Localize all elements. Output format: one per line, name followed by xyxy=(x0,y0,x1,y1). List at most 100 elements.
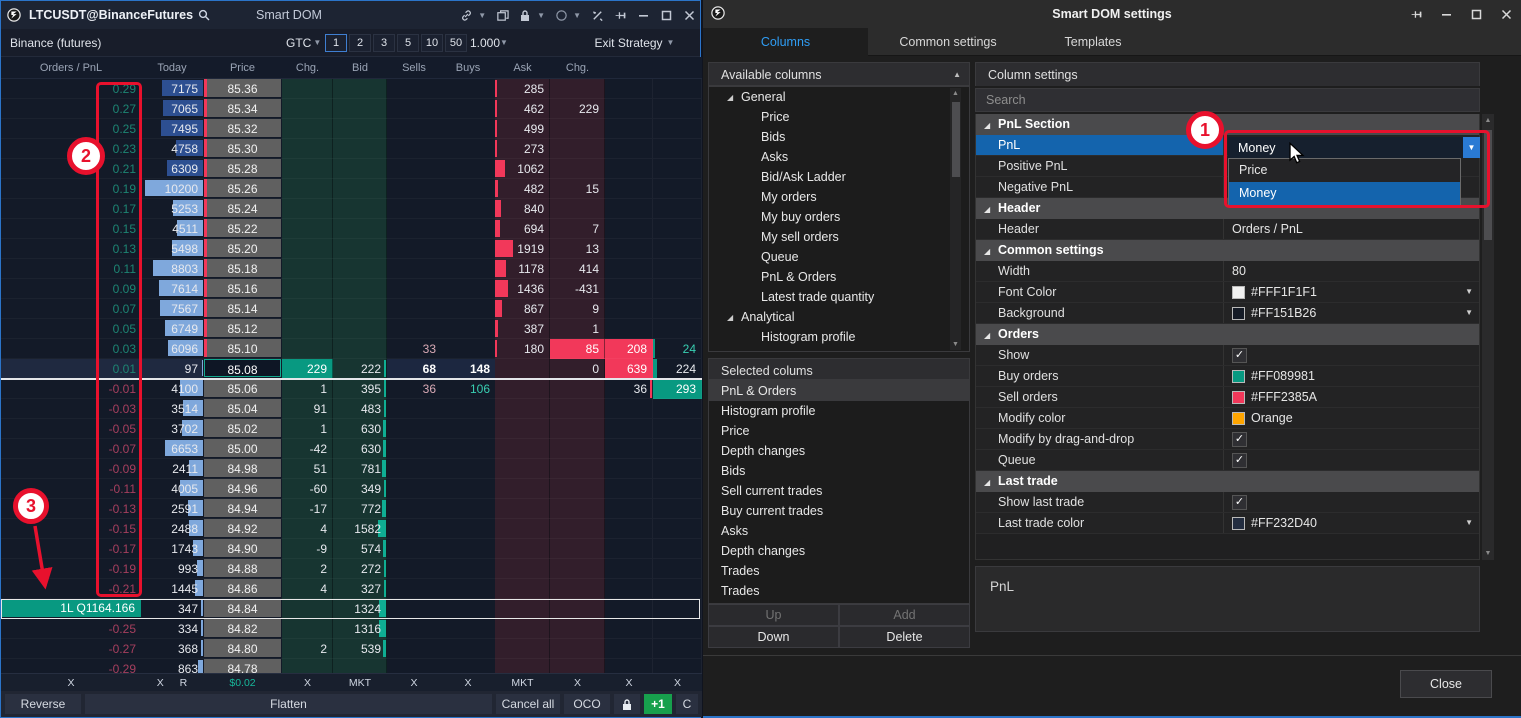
ladder-cell-buys[interactable] xyxy=(441,659,495,673)
working-order-label[interactable]: 1L Q1164.166 xyxy=(1,599,141,617)
ladder-cell-orders-pnl[interactable]: 0.05 xyxy=(1,319,141,339)
ladder-cell-bid[interactable]: 772 xyxy=(333,499,387,519)
close-icon[interactable] xyxy=(682,8,696,22)
ladder-cell-buys[interactable] xyxy=(441,419,495,439)
available-tree-scrollbar[interactable]: ▲ ▼ xyxy=(950,88,961,350)
ladder-cell-buys[interactable] xyxy=(441,119,495,139)
ladder-cell-buys[interactable] xyxy=(441,539,495,559)
ladder-footer-cell[interactable]: X xyxy=(550,674,605,692)
ladder-cell-sells[interactable] xyxy=(387,659,441,673)
lock-caret-icon[interactable]: ▼ xyxy=(537,11,545,20)
qty-preset-button[interactable]: 1 xyxy=(325,34,347,52)
ladder-cell-buys[interactable] xyxy=(441,639,495,659)
ladder-cell-bid[interactable]: 483 xyxy=(333,399,387,419)
tree-group-analytical[interactable]: ◢Analytical xyxy=(709,307,969,327)
ladder-cell-sells[interactable] xyxy=(387,479,441,499)
settings-tools-icon[interactable] xyxy=(590,8,604,22)
ladder-cell-sells[interactable] xyxy=(387,239,441,259)
selected-column-item[interactable]: Bids xyxy=(709,461,969,481)
ladder-cell-price[interactable]: 85.20 xyxy=(203,239,282,259)
ladder-cell-orders-pnl[interactable]: -0.01 xyxy=(1,379,141,399)
settings-row-header[interactable]: HeaderOrders / PnL xyxy=(976,219,1479,240)
setting-value[interactable]: #FFF2385A xyxy=(1224,387,1479,407)
ladder-cell-buys[interactable] xyxy=(441,99,495,119)
ladder-footer-cell[interactable]: MKT xyxy=(495,674,550,692)
ladder-cell-ask[interactable] xyxy=(495,559,550,579)
duplicate-panel-icon[interactable] xyxy=(495,8,509,22)
ladder-cell-price[interactable]: 85.12 xyxy=(203,319,282,339)
ladder-cell-ask[interactable] xyxy=(495,579,550,599)
ladder-cell-buys[interactable] xyxy=(441,579,495,599)
ladder-cell-sells[interactable] xyxy=(387,139,441,159)
settings-minimize-icon[interactable] xyxy=(1439,7,1453,21)
ladder-cell-sells[interactable] xyxy=(387,439,441,459)
ladder-cell-price[interactable]: 85.30 xyxy=(203,139,282,159)
ladder-cell-orders-pnl[interactable]: 0.03 xyxy=(1,339,141,359)
ladder-cell-bid[interactable]: 1582 xyxy=(333,519,387,539)
ladder-cell-ask[interactable]: 867 xyxy=(495,299,550,319)
add-column-button[interactable]: Add xyxy=(839,604,970,626)
ladder-cell-orders-pnl[interactable]: 0.25 xyxy=(1,119,141,139)
ladder-cell-price[interactable]: 85.36 xyxy=(203,79,282,99)
oco-button[interactable]: OCO xyxy=(564,694,610,714)
ladder-cell-bid[interactable] xyxy=(333,159,387,179)
trading-lock-button[interactable] xyxy=(614,694,640,714)
tree-expander-icon[interactable]: ◢ xyxy=(727,88,741,108)
ladder-cell-ask[interactable] xyxy=(495,359,550,379)
link-group-caret-icon[interactable]: ▼ xyxy=(478,11,486,20)
setting-value[interactable]: ✓ xyxy=(1224,429,1479,449)
tif-selector[interactable]: GTC▼ xyxy=(286,36,321,50)
ladder-cell-bid[interactable]: 1324 xyxy=(333,599,387,619)
color-group-icon[interactable] xyxy=(554,8,568,22)
ladder-cell-sells[interactable] xyxy=(387,539,441,559)
ladder-cell-ask[interactable] xyxy=(495,479,550,499)
settings-row-buy-orders[interactable]: Buy orders#FF089981 xyxy=(976,366,1479,387)
ladder-cell-ask[interactable] xyxy=(495,639,550,659)
ladder-cell-bid[interactable]: 272 xyxy=(333,559,387,579)
ladder-cell-bid[interactable]: 1316 xyxy=(333,619,387,639)
move-up-button[interactable]: Up xyxy=(708,604,839,626)
settings-group-header[interactable]: ◢Common settings xyxy=(976,240,1479,261)
selected-column-item[interactable]: Histogram profile xyxy=(709,401,969,421)
ladder-cell-ask[interactable]: 273 xyxy=(495,139,550,159)
ladder-cell-bid[interactable] xyxy=(333,299,387,319)
qty-preset-button[interactable]: 50 xyxy=(445,34,467,52)
ladder-footer-cell[interactable]: X xyxy=(1,674,141,692)
ladder-cell-bid[interactable]: 327 xyxy=(333,579,387,599)
ladder-footer-cell[interactable]: $0.02 xyxy=(203,674,282,692)
checkbox-checked[interactable]: ✓ xyxy=(1232,453,1247,468)
ladder-cell-orders-pnl[interactable]: 0.09 xyxy=(1,279,141,299)
settings-row-modify-color[interactable]: Modify colorOrange xyxy=(976,408,1479,429)
ladder-cell-bid[interactable]: 222 xyxy=(333,359,387,379)
tree-item-asks[interactable]: Asks xyxy=(709,147,969,167)
ladder-cell-sells[interactable] xyxy=(387,519,441,539)
ladder-cell-price[interactable]: 84.92 xyxy=(203,519,282,539)
ladder-cell-ask[interactable] xyxy=(495,659,550,673)
setting-value[interactable]: #FF232D40▼ xyxy=(1224,513,1479,533)
symbol-search-icon[interactable] xyxy=(197,8,211,22)
ladder-cell-sells[interactable] xyxy=(387,179,441,199)
tab-common-settings[interactable]: Common settings xyxy=(868,28,1028,56)
ladder-cell-bid[interactable] xyxy=(333,179,387,199)
tree-item-latest-trade-quantity[interactable]: Latest trade quantity xyxy=(709,287,969,307)
footer-cell-label[interactable]: X xyxy=(157,674,164,692)
ladder-cell-ask[interactable] xyxy=(495,519,550,539)
tree-item-my-buy-orders[interactable]: My buy orders xyxy=(709,207,969,227)
setting-value[interactable]: ✓ xyxy=(1224,345,1479,365)
value-dropdown-caret-icon[interactable]: ▼ xyxy=(1465,513,1473,533)
ladder-cell-ask[interactable] xyxy=(495,439,550,459)
ladder-cell-bid[interactable] xyxy=(333,319,387,339)
ladder-cell-bid[interactable] xyxy=(333,99,387,119)
qty-preset-button[interactable]: 3 xyxy=(373,34,395,52)
ladder-cell-bid[interactable] xyxy=(333,79,387,99)
ladder-cell-ask[interactable] xyxy=(495,459,550,479)
ladder-cell-price[interactable]: 85.24 xyxy=(203,199,282,219)
ladder-cell-bid[interactable] xyxy=(333,199,387,219)
tree-group-general[interactable]: ◢General xyxy=(709,87,969,107)
ladder-cell-orders-pnl[interactable]: -0.19 xyxy=(1,559,141,579)
ladder-cell-buys[interactable] xyxy=(441,319,495,339)
setting-value[interactable]: ✓ xyxy=(1224,492,1479,512)
ladder-cell-ask[interactable] xyxy=(495,599,550,619)
setting-value[interactable]: Orders / PnL xyxy=(1224,219,1479,239)
settings-pin-icon[interactable] xyxy=(1409,7,1423,21)
